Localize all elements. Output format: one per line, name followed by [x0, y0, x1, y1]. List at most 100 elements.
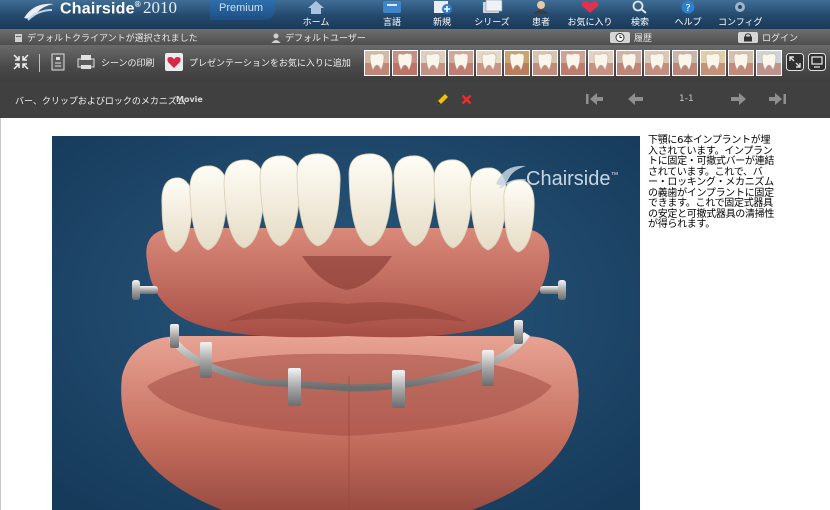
scene-thumbnail[interactable]: [504, 50, 530, 76]
user-status[interactable]: デフォルトユーザー: [271, 31, 366, 44]
content-area: Chairside™ 下顎に6本インプラントが埋入されています。インプラントに固…: [0, 118, 830, 510]
tooth-icon: [589, 53, 613, 75]
scene-thumbnail[interactable]: [588, 50, 614, 76]
scene-title-bar: バー、クリップおよびロックのメカニズム Movie 1-1: [0, 81, 830, 118]
client-status-label: デフォルトクライアントが選択されました: [27, 34, 198, 44]
delete-x-icon[interactable]: [461, 94, 472, 105]
nav-favorites[interactable]: お気に入り: [566, 0, 614, 29]
scene-thumbnail[interactable]: [420, 50, 446, 76]
nav-series-label: シリーズ: [474, 18, 510, 28]
config-icon: [735, 2, 745, 12]
tooth-icon: [729, 53, 753, 75]
fullscreen-icon[interactable]: [786, 53, 804, 71]
tooth-icon: [421, 53, 445, 75]
login-button[interactable]: ログイン: [738, 31, 798, 44]
user-icon: [271, 33, 281, 43]
media-watermark-text: Chairside™: [526, 168, 619, 190]
movie-player[interactable]: Chairside™: [52, 136, 640, 510]
app-header: Chairside® 2010 Premium ホーム 言語 新規 シリーズ 患…: [0, 0, 830, 29]
nav-patient-label: 患者: [531, 18, 550, 28]
implant-bar-illustration: [52, 136, 640, 510]
app-name: Chairside: [60, 0, 135, 18]
nav-config-label: コンフィグ: [718, 18, 763, 28]
patient-icon: [533, 1, 549, 14]
scene-kind: Movie: [176, 95, 203, 104]
tooth-icon: [645, 53, 669, 75]
clock-icon: [610, 32, 630, 43]
nav-language-label: 言語: [382, 18, 401, 28]
user-status-label: デフォルトユーザー: [285, 34, 366, 44]
series-icon: [483, 0, 503, 13]
edit-pencil-icon[interactable]: [435, 93, 449, 107]
tooth-icon: [477, 53, 501, 75]
scene-toolbar: シーンの印刷 プレゼンテーションをお気に入りに追加: [0, 45, 830, 81]
search-icon: [632, 0, 647, 14]
nav-series[interactable]: シリーズ: [470, 0, 514, 29]
nav-favorites-label: お気に入り: [567, 18, 613, 28]
nav-search[interactable]: 検索: [622, 0, 658, 29]
scene-thumbnail[interactable]: [476, 50, 502, 76]
client-icon: [15, 34, 22, 42]
nav-language[interactable]: 言語: [374, 0, 410, 29]
next-page-icon[interactable]: [727, 89, 749, 109]
new-icon: [434, 1, 452, 14]
logo-swoosh-icon: [24, 3, 54, 21]
toolbar-divider: [39, 54, 40, 72]
scene-thumbnail[interactable]: [392, 50, 418, 76]
scene-thumbnail[interactable]: [364, 50, 390, 76]
app-year: 2010: [143, 0, 177, 17]
scene-thumbnail[interactable]: [756, 50, 782, 76]
scene-thumbnail[interactable]: [644, 50, 670, 76]
language-icon: [383, 1, 401, 13]
tooth-icon: [617, 53, 641, 75]
lock-icon: [738, 32, 758, 43]
add-presentation-label[interactable]: プレゼンテーションをお気に入りに追加: [189, 56, 351, 69]
scene-thumbnail[interactable]: [700, 50, 726, 76]
client-status[interactable]: デフォルトクライアントが選択されました: [14, 31, 198, 44]
edition-badge: Premium: [210, 0, 275, 20]
tooth-icon: [449, 53, 473, 75]
tooth-icon: [393, 53, 417, 75]
scene-description: 下顎に6本インプラントが埋入されています。インプラントに固定・可撤式バーが連結さ…: [648, 135, 775, 230]
present-icon[interactable]: [808, 53, 826, 71]
tooth-icon: [701, 53, 725, 75]
scene-thumbnail[interactable]: [616, 50, 642, 76]
print-scene-label[interactable]: シーンの印刷: [101, 56, 155, 69]
nav-help[interactable]: ? ヘルプ: [670, 0, 706, 29]
login-label: ログイン: [762, 34, 799, 44]
history-button[interactable]: 履歴: [610, 31, 652, 44]
scene-thumbnail[interactable]: [532, 50, 558, 76]
nav-help-label: ヘルプ: [674, 18, 702, 28]
registered-mark: ®: [134, 0, 141, 9]
nav-new-label: 新規: [432, 18, 451, 28]
page-indicator: 1-1: [679, 94, 694, 104]
tooth-icon: [561, 53, 585, 75]
tooth-icon: [505, 53, 529, 75]
svg-text:?: ?: [685, 3, 690, 14]
scene-thumbnail[interactable]: [672, 50, 698, 76]
nav-home[interactable]: ホーム: [296, 0, 336, 29]
tooth-icon: [533, 53, 557, 75]
app-logo[interactable]: Chairside® 2010: [0, 0, 210, 29]
home-icon: [308, 1, 324, 14]
content-left-border: [0, 118, 1, 510]
heart-icon[interactable]: [165, 53, 183, 71]
nav-search-label: 検索: [630, 18, 649, 28]
scene-thumbnail[interactable]: [448, 50, 474, 76]
scene-thumbnail[interactable]: [560, 50, 586, 76]
nav-new[interactable]: 新規: [424, 0, 460, 29]
nav-config[interactable]: コンフィグ: [718, 0, 763, 29]
history-label: 履歴: [634, 34, 653, 44]
scene-thumbnail[interactable]: [728, 50, 754, 76]
nav-patient[interactable]: 患者: [524, 0, 558, 29]
nav-home-label: ホーム: [302, 18, 330, 28]
document-icon[interactable]: [49, 53, 67, 71]
tooth-icon: [673, 53, 697, 75]
print-icon[interactable]: [77, 53, 95, 71]
status-bar: デフォルトクライアントが選択されました デフォルトユーザー 履歴 ログイン: [0, 29, 830, 45]
favorites-icon: [581, 1, 599, 13]
first-page-icon[interactable]: [583, 89, 605, 109]
last-page-icon[interactable]: [767, 89, 789, 109]
previous-page-icon[interactable]: [625, 89, 647, 109]
layout-grid-icon[interactable]: [12, 53, 30, 71]
